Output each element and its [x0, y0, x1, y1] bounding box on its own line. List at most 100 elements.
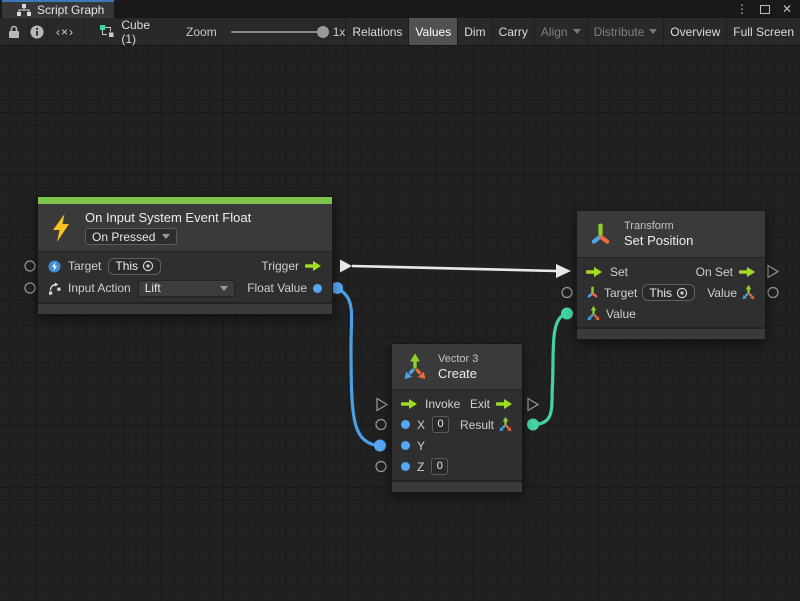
node-vector3-create[interactable]: Vector 3 Create Invoke Exit X [391, 343, 523, 493]
dropdown-value: On Pressed [92, 230, 155, 244]
window-controls: ⋮ ✕ [736, 0, 792, 18]
toolbar-button-fullscreen[interactable]: Full Screen [726, 18, 800, 45]
info-icon [30, 25, 44, 39]
port-y-in[interactable] [374, 440, 386, 452]
data-port-dot [401, 420, 410, 429]
exec-arrow-icon [496, 398, 513, 410]
data-port-dot [401, 441, 410, 450]
object-picker-icon[interactable] [142, 260, 154, 272]
port-label: Target [68, 259, 101, 273]
vector3-icon [741, 284, 756, 301]
data-port-dot [313, 284, 322, 293]
port-setpos-target-in[interactable] [562, 288, 572, 298]
chevron-down-icon [649, 29, 657, 34]
chevron-down-icon [573, 29, 581, 34]
node-header[interactable]: Transform Set Position [577, 211, 765, 258]
vector3-icon [586, 305, 601, 322]
maximize-icon[interactable] [760, 5, 770, 14]
exec-arrow-icon [305, 260, 322, 272]
exec-arrow-icon [401, 398, 418, 410]
lightning-bolt-icon [50, 213, 72, 243]
port-onset-out[interactable] [768, 266, 778, 278]
node-footer [577, 327, 765, 339]
toolbar-button-distribute[interactable]: Distribute [587, 18, 664, 45]
toolbar-button-align[interactable]: Align [534, 18, 587, 45]
wire-result-to-value[interactable] [533, 314, 566, 425]
port-row-y: Y [392, 435, 522, 456]
port-label: On Set [696, 265, 733, 279]
button-label: Relations [352, 25, 402, 39]
close-icon[interactable]: ✕ [782, 3, 792, 15]
port-event-target-in[interactable] [25, 261, 35, 271]
port-row-invoke: Invoke Exit [392, 393, 522, 414]
port-label: X [417, 418, 425, 432]
x-value-field[interactable]: 0 [432, 416, 449, 433]
port-label: Value [606, 307, 636, 321]
port-label: Y [417, 439, 425, 453]
port-row-input-action: Input Action Lift Float Value [38, 277, 332, 299]
node-on-input-system-event-float[interactable]: On Input System Event Float On Pressed T… [37, 196, 333, 315]
target-object-field[interactable]: This [108, 258, 161, 275]
port-label: Input Action [68, 281, 131, 295]
node-category: Transform [624, 220, 693, 233]
node-title: Create [438, 366, 478, 381]
port-label: Target [604, 286, 637, 300]
port-row-set: Set On Set [577, 261, 765, 282]
node-transform-set-position[interactable]: Transform Set Position Set On Set [576, 210, 766, 340]
target-object-field[interactable]: This [642, 284, 695, 301]
port-label: Invoke [425, 397, 460, 411]
port-exit-out[interactable] [528, 399, 538, 411]
zoom-slider-track[interactable] [231, 31, 323, 33]
graph-canvas[interactable]: On Input System Event Float On Pressed T… [0, 46, 800, 601]
port-setpos-value-out[interactable] [768, 288, 778, 298]
wire-floatvalue-to-y[interactable] [337, 288, 374, 445]
button-label: Align [541, 25, 568, 39]
zoom-slider-handle[interactable] [317, 26, 329, 38]
port-row-target: Target This Trigger [38, 255, 332, 277]
input-system-icon [48, 260, 61, 273]
info-button[interactable] [29, 18, 47, 45]
port-set-in[interactable] [556, 264, 571, 278]
port-trigger-out[interactable] [340, 260, 352, 273]
z-value-field[interactable]: 0 [431, 458, 448, 475]
vector3-icon [402, 352, 428, 382]
toolbar-button-relations[interactable]: Relations [345, 18, 408, 45]
port-row-target: Target This Value [577, 282, 765, 303]
menu-icon[interactable]: ⋮ [736, 3, 748, 15]
field-value: This [649, 286, 672, 300]
node-header[interactable]: On Input System Event Float On Pressed [38, 204, 332, 252]
tab-script-graph[interactable]: Script Graph [2, 0, 114, 18]
event-accent-bar [38, 197, 332, 204]
exec-arrow-icon [739, 266, 756, 278]
graph-icon [17, 4, 31, 16]
toolbar-button-values[interactable]: Values [408, 18, 457, 45]
vector3-icon [498, 416, 513, 433]
code-preview-button[interactable]: ‹×› [47, 18, 85, 45]
transform-icon [588, 220, 613, 249]
graph-owner-label: Cube (1) [121, 18, 150, 46]
port-result-out[interactable] [527, 419, 539, 431]
port-z-in[interactable] [376, 462, 386, 472]
graph-toolbar: ‹×› Cube (1) Zoom 1x Relations Values Di… [0, 18, 800, 46]
port-value-in[interactable] [561, 308, 573, 320]
toolbar-button-carry[interactable]: Carry [492, 18, 534, 45]
wire-trigger-to-set[interactable] [352, 266, 556, 271]
button-label: Distribute [594, 25, 645, 39]
node-footer [38, 302, 332, 314]
event-mode-dropdown[interactable]: On Pressed [85, 228, 177, 245]
chevron-down-icon [220, 286, 228, 291]
lock-icon [8, 25, 20, 39]
port-event-inputaction-in[interactable] [25, 283, 35, 293]
port-x-in[interactable] [376, 420, 386, 430]
graph-breadcrumb[interactable]: Cube (1) [84, 18, 150, 45]
object-picker-icon[interactable] [676, 287, 688, 299]
toolbar-button-overview[interactable]: Overview [663, 18, 726, 45]
port-label: Exit [470, 397, 490, 411]
lock-button[interactable] [0, 18, 29, 45]
toolbar-button-dim[interactable]: Dim [457, 18, 491, 45]
port-label: Value [707, 286, 737, 300]
input-action-icon [48, 282, 61, 295]
input-action-dropdown[interactable]: Lift [138, 280, 235, 297]
node-header[interactable]: Vector 3 Create [392, 344, 522, 390]
port-invoke-in[interactable] [377, 399, 387, 411]
